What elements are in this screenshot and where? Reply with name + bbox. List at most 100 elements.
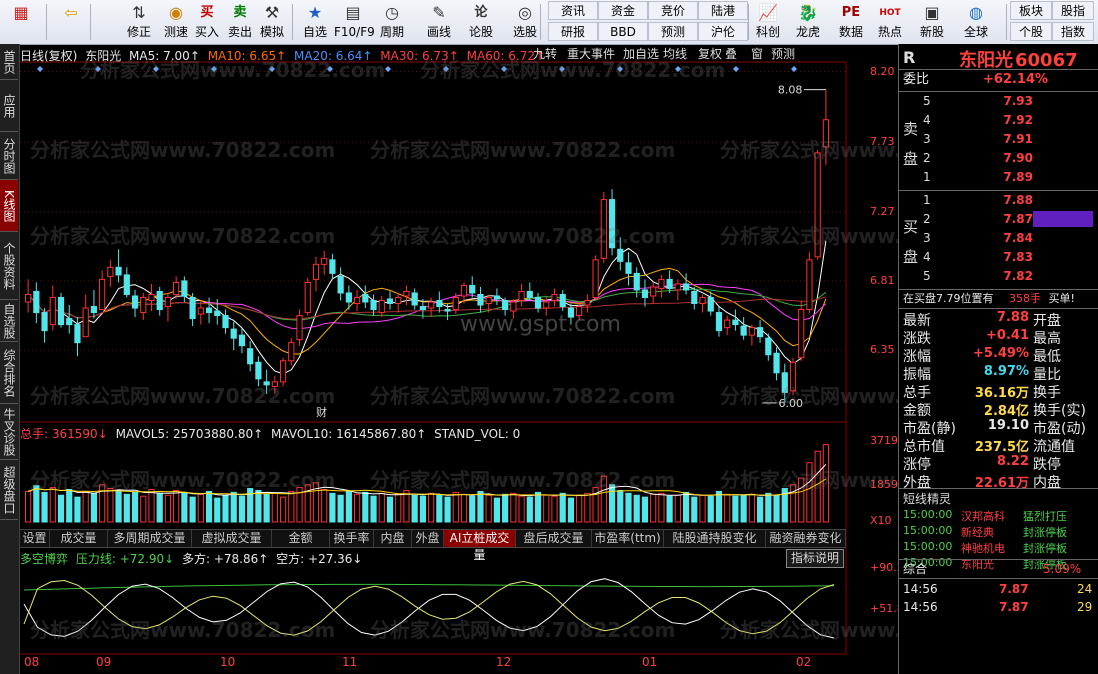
- toolbar-10-small-button[interactable]: 个股: [1010, 22, 1052, 41]
- volume-bar: [724, 493, 731, 523]
- indicator-tab-2[interactable]: 多周期成交量: [108, 530, 192, 547]
- indicator-tab-10[interactable]: 市盈率(ttm): [592, 530, 664, 547]
- candle-body: [181, 280, 188, 297]
- candle-body: [82, 307, 89, 338]
- stat-label: 金额: [903, 403, 931, 419]
- sidebar-item-1[interactable]: 应用: [0, 80, 18, 132]
- time-axis-label: 02: [796, 655, 812, 669]
- candle-body: [756, 327, 764, 338]
- tick-price: 7.87: [999, 600, 1029, 614]
- toolbar-arrow-updown-button[interactable]: ⇅ 修正: [124, 2, 154, 42]
- volume-bar: [288, 490, 295, 523]
- buy-level: 2: [923, 212, 931, 226]
- indicator-tab-3[interactable]: 虚拟成交量: [192, 530, 272, 547]
- candle-body: [214, 310, 221, 317]
- stat-label: 涨跌: [903, 331, 931, 347]
- sidebar-item-7[interactable]: 牛叉诊股: [0, 404, 18, 460]
- toolbar-1-small-button[interactable]: 资金: [598, 1, 648, 20]
- toolbar-8-small-button[interactable]: 板块: [1010, 1, 1052, 20]
- bear-label: 空方: +27.36↓: [276, 552, 363, 566]
- sidebar-item-8[interactable]: 超级盘口: [0, 460, 18, 520]
- sell-icon: 卖: [233, 5, 247, 20]
- globe-icon: ◍: [969, 3, 983, 22]
- toolbar-dragon-button[interactable]: 🐉 龙虎: [790, 2, 826, 42]
- toolbar-6-small-button[interactable]: 预测: [648, 22, 698, 41]
- indicator-tab-0[interactable]: 设置: [20, 530, 50, 547]
- toolbar-new-stock-button[interactable]: ▣ 新股: [914, 2, 950, 42]
- time-axis-label: 10: [220, 655, 236, 669]
- toolbar-9-small-button[interactable]: 股指: [1052, 1, 1094, 20]
- toolbar-chart-button[interactable]: 📈 科创: [750, 2, 786, 42]
- indicator-explain-button[interactable]: 指标说明: [786, 549, 845, 568]
- toolbar-pencil-button[interactable]: ✎ 画线: [420, 2, 458, 42]
- main-toolbar: ▦ ⇦ ⇅ 修正 ◉ 测速买买入卖卖出 ⚒ 模拟 ★ 自选 ▤ F10/F9 ◷ 周期 ✎ 画线论论股 ◎ 选股 📈…: [0, 0, 1098, 45]
- sell-level-row: 3 7.91: [923, 130, 1033, 148]
- indicator-tab-8[interactable]: AI立桩成交量: [444, 530, 516, 562]
- sidebar-item-0[interactable]: 首页: [0, 44, 18, 80]
- toolbar-gavel-button[interactable]: ⚒ 模拟: [258, 2, 286, 42]
- indicator-tab-12[interactable]: 融资融券变化: [766, 530, 846, 547]
- indicator-tab-6[interactable]: 内盘: [374, 530, 412, 547]
- indicator-tab-4[interactable]: 金额: [272, 530, 330, 547]
- kline-chart-area[interactable]: 日线(复权) 东阳光 MA5: 7.00↑ MA10: 6.65↑ MA20: …: [20, 44, 1054, 674]
- candle-body: [99, 278, 106, 311]
- toolbar-11-small-button[interactable]: 指数: [1052, 22, 1094, 41]
- toolbar-globe-button[interactable]: ◍ 全球: [958, 2, 994, 42]
- toolbar-sell-button[interactable]: 卖卖出: [226, 2, 254, 42]
- toolbar-3-small-button[interactable]: 陆港: [698, 1, 748, 20]
- sidebar-item-3[interactable]: K线图: [0, 180, 18, 232]
- sidebar-item-2[interactable]: 分时图: [0, 132, 18, 180]
- toolbar-star-button[interactable]: ★ 自选: [298, 2, 332, 42]
- tick-price: 7.87: [999, 582, 1029, 596]
- toolbar-2-small-button[interactable]: 竞价: [648, 1, 698, 20]
- toolbar-four-squares-button[interactable]: ▦: [4, 2, 38, 42]
- sidebar-item-6[interactable]: 综合排名: [0, 342, 18, 404]
- volume-bar: [460, 493, 468, 523]
- toolbar-f10-button[interactable]: ▤ F10/F9: [334, 2, 375, 42]
- high-label: 8.08: [778, 84, 803, 97]
- toolbar-hot-button[interactable]: HOT 热点: [872, 2, 908, 42]
- toolbar-0-small-button[interactable]: 资讯: [548, 1, 598, 20]
- sell-level-row: 4 7.92: [923, 111, 1033, 129]
- candle-body: [403, 290, 410, 297]
- buy-level: 5: [923, 269, 931, 283]
- candle-body: [748, 327, 755, 336]
- stat-value: +5.49%: [973, 346, 1029, 361]
- sidebar-item-4[interactable]: 个股资料: [0, 232, 18, 300]
- candle-body: [674, 283, 681, 291]
- indicator-tab-9[interactable]: 盘后成交量: [516, 530, 592, 547]
- indicator-tab-5[interactable]: 换手率: [330, 530, 374, 547]
- indicator-tab-11[interactable]: 陆股通持股变化: [664, 530, 766, 547]
- toolbar-4-small-button[interactable]: 研报: [548, 22, 598, 41]
- candle-body: [510, 301, 517, 312]
- toolbar-buy-button[interactable]: 买买入: [193, 2, 221, 42]
- volume-bar: [238, 495, 246, 523]
- toolbar-clock-button[interactable]: ◷ 周期: [375, 2, 409, 42]
- sidebar-item-5[interactable]: 自选股: [0, 300, 18, 342]
- candle-body: [707, 296, 714, 312]
- toolbar-pe-button[interactable]: PE 数据: [833, 2, 869, 42]
- volume-bar: [699, 494, 706, 523]
- buy-icon: 买: [200, 5, 214, 20]
- ma5-line: [27, 240, 827, 375]
- candle-body: [493, 295, 501, 300]
- event-diamond-marker: [733, 66, 739, 72]
- toolbar-back-arrow-button[interactable]: ⇦: [54, 2, 88, 42]
- candle-body: [691, 290, 698, 305]
- indicator-tab-7[interactable]: 外盘: [412, 530, 444, 547]
- candle-body: [107, 266, 114, 277]
- volume-bar: [90, 492, 98, 523]
- stat-label-right: 换手(实): [1033, 403, 1086, 419]
- toolbar-5-small-button[interactable]: BBD: [598, 22, 648, 41]
- indicator-tab-1[interactable]: 成交量: [50, 530, 108, 547]
- stat-value: 237.5亿: [974, 440, 1029, 455]
- volume-bar: [666, 495, 673, 523]
- toolbar-select-stock-button[interactable]: ◎ 选股: [508, 2, 542, 42]
- toolbar-7-small-button[interactable]: 沪伦: [698, 22, 748, 41]
- buy-level: 3: [923, 231, 931, 245]
- toolbar-speed-button[interactable]: ◉ 测速: [160, 2, 192, 42]
- volume-bar: [707, 495, 714, 523]
- pencil-icon: ✎: [432, 3, 446, 22]
- toolbar-discuss-button[interactable]: 论论股: [464, 2, 498, 42]
- volume-bar: [230, 491, 237, 523]
